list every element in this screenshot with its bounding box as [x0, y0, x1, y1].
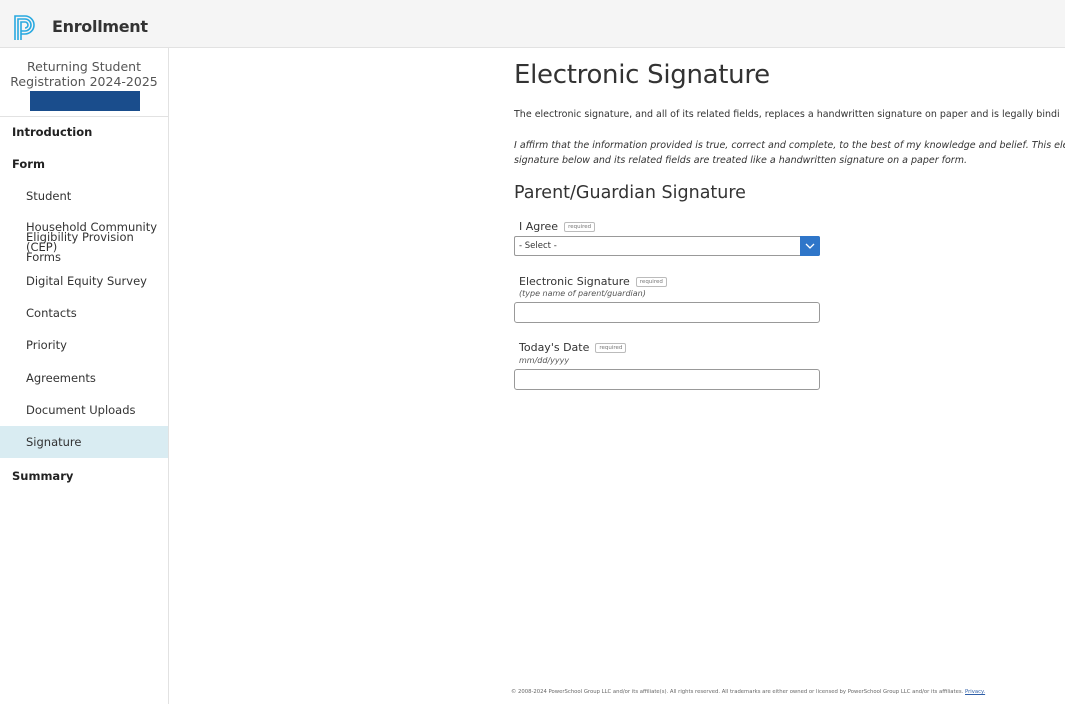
sidebar-item-label: Agreements [26, 371, 96, 385]
required-badge: required [595, 342, 627, 353]
signature-hint: (type name of parent/guardian) [519, 289, 646, 298]
signature-label-text: Electronic Signature [519, 275, 630, 288]
date-label: Today's Date required [519, 341, 627, 354]
date-input[interactable] [514, 369, 820, 390]
intro-text: The electronic signature, and all of its… [514, 109, 1060, 120]
sidebar-item-student[interactable]: Student [0, 182, 168, 210]
registration-title: Returning Student Registration 2024-2025 [0, 59, 168, 89]
sidebar-item-label: Signature [26, 435, 82, 449]
sidebar-divider [0, 116, 168, 117]
sidebar-section-introduction[interactable]: Introduction [12, 125, 92, 139]
sidebar-section-form[interactable]: Form [12, 157, 45, 171]
privacy-link[interactable]: Privacy. [965, 689, 985, 695]
powerschool-logo-icon[interactable] [13, 14, 39, 42]
page-title: Electronic Signature [514, 60, 770, 90]
sidebar-item-signature[interactable]: Signature [0, 426, 168, 458]
sidebar-item-document-uploads[interactable]: Document Uploads [0, 396, 168, 424]
footer: © 2008-2024 PowerSchool Group LLC and/or… [511, 689, 985, 695]
agree-select-value: - Select - [519, 241, 557, 251]
sidebar-item-label: Document Uploads [26, 403, 136, 417]
app-title: Enrollment [52, 17, 148, 36]
sidebar: Returning Student Registration 2024-2025… [0, 48, 169, 704]
app-header: Enrollment [0, 0, 1065, 48]
required-badge: required [564, 221, 596, 232]
sidebar-section-summary[interactable]: Summary [12, 469, 73, 483]
section-title: Parent/Guardian Signature [514, 183, 746, 203]
agree-label-text: I Agree [519, 220, 559, 233]
sidebar-item-label: Eligibility Provision (CEP) [26, 230, 134, 254]
signature-input[interactable] [514, 302, 820, 323]
sidebar-item-label: Contacts [26, 306, 77, 320]
footer-copyright: © 2008-2024 PowerSchool Group LLC and/or… [511, 689, 964, 695]
sidebar-item-priority[interactable]: Priority [0, 331, 168, 359]
affirmation-line2: signature below and its related fields a… [514, 155, 967, 166]
affirmation-line1: I affirm that the information provided i… [514, 140, 1065, 151]
sidebar-item-label: Student [26, 189, 72, 203]
signature-label: Electronic Signature required [519, 275, 667, 288]
chevron-down-icon[interactable] [800, 236, 820, 256]
registration-title-line2: Registration 2024-2025 [10, 74, 158, 89]
sidebar-item-digital-equity-survey[interactable]: Digital Equity Survey [0, 267, 168, 295]
date-hint: mm/dd/yyyy [519, 356, 570, 365]
sidebar-item-contacts[interactable]: Contacts [0, 299, 168, 327]
sidebar-item-household-cep[interactable]: Household Community Eligibility Provisio… [0, 221, 168, 263]
agree-select[interactable]: - Select - [514, 236, 820, 256]
agree-label: I Agree required [519, 220, 596, 233]
sidebar-item-label: Priority [26, 338, 67, 352]
sidebar-item-label: Digital Equity Survey [26, 274, 147, 288]
affirmation-text: I affirm that the information provided i… [514, 138, 1065, 168]
sidebar-item-agreements[interactable]: Agreements [0, 364, 168, 392]
sidebar-item-label: Forms [26, 250, 61, 264]
required-badge: required [635, 276, 667, 287]
student-name-bar [30, 91, 140, 111]
date-label-text: Today's Date [519, 341, 590, 354]
registration-title-line1: Returning Student [27, 59, 141, 74]
